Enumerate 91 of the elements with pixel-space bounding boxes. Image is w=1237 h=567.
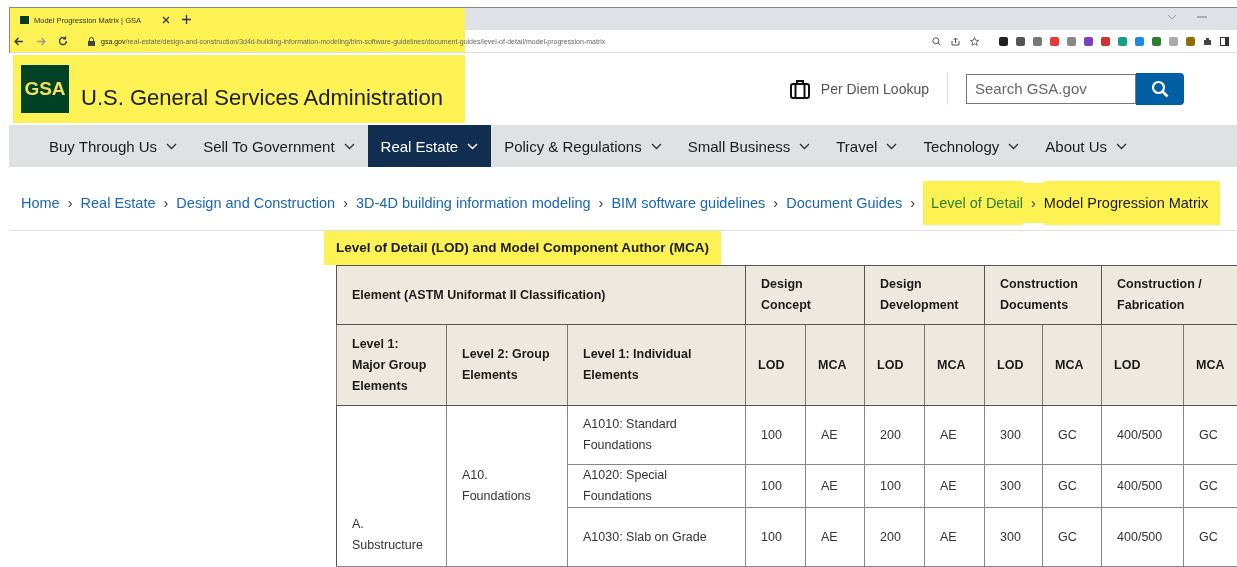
table-cell: 200 bbox=[864, 405, 925, 465]
table-header: LOD bbox=[864, 324, 925, 406]
table-cell: 100 bbox=[745, 405, 806, 465]
gsa-favicon-icon bbox=[20, 16, 29, 24]
table-header: Construction Documents bbox=[984, 265, 1102, 325]
breadcrumb-separator: › bbox=[772, 195, 780, 211]
table-cell: 300 bbox=[984, 464, 1043, 508]
table-header: MCA bbox=[1042, 324, 1102, 406]
table-cell: AE bbox=[924, 405, 985, 465]
star-icon[interactable] bbox=[970, 36, 979, 46]
table-cell: GC bbox=[1042, 464, 1102, 508]
breadcrumb-current: Model Progression Matrix bbox=[1043, 181, 1221, 225]
breadcrumb-separator: › bbox=[66, 195, 74, 211]
back-arrow-icon[interactable] bbox=[14, 36, 24, 46]
breadcrumb-link[interactable]: Real Estate bbox=[80, 193, 156, 213]
chevron-down-icon bbox=[343, 142, 355, 150]
table-header: Design Concept bbox=[745, 265, 865, 325]
search-button[interactable] bbox=[1136, 72, 1184, 105]
nav-menu-item[interactable]: Real Estate bbox=[367, 125, 492, 167]
chevron-down-icon bbox=[886, 142, 898, 150]
chevron-down-icon bbox=[1116, 142, 1127, 150]
table-cell: A. Substructure bbox=[336, 405, 447, 567]
table-cell: 200 bbox=[864, 507, 925, 567]
table-cell: 300 bbox=[984, 405, 1043, 465]
gsa-logo[interactable]: GSA bbox=[21, 65, 69, 113]
nav-menu-item[interactable]: Buy Through Us bbox=[36, 125, 191, 167]
table-header: LOD bbox=[745, 324, 806, 406]
reload-icon[interactable] bbox=[58, 36, 68, 46]
suitcase-icon bbox=[788, 78, 811, 100]
nav-menu-item[interactable]: Small Business bbox=[674, 125, 824, 167]
chevron-down-icon bbox=[1008, 142, 1020, 150]
table-cell: 400/500 bbox=[1101, 405, 1184, 465]
per-diem-link[interactable]: Per Diem Lookup bbox=[788, 78, 929, 100]
table-cell: GC bbox=[1042, 507, 1102, 567]
site-title[interactable]: U.S. General Services Administration bbox=[81, 85, 443, 111]
breadcrumb-separator: › bbox=[597, 195, 605, 211]
close-icon[interactable] bbox=[162, 16, 170, 24]
table-header: Design Development bbox=[864, 265, 985, 325]
table-cell: 300 bbox=[984, 507, 1043, 567]
table-header: Element (ASTM Uniformat II Classification) bbox=[336, 265, 746, 325]
breadcrumb-link[interactable]: Level of Detail bbox=[923, 181, 1023, 225]
table-cell: AE bbox=[805, 464, 865, 508]
chevron-down-icon bbox=[467, 142, 479, 150]
table-cell: 100 bbox=[864, 464, 925, 508]
chevron-down-icon bbox=[650, 142, 662, 150]
nav-menu-item[interactable]: Sell To Government bbox=[190, 125, 368, 167]
search-icon bbox=[1151, 79, 1169, 98]
breadcrumb-separator: › bbox=[909, 195, 917, 211]
breadcrumb-link[interactable]: Document Guides bbox=[786, 193, 903, 213]
chevron-down-icon bbox=[166, 142, 178, 150]
share-icon[interactable] bbox=[951, 36, 960, 46]
table-cell: AE bbox=[805, 507, 865, 567]
breadcrumb-separator: › bbox=[342, 195, 349, 211]
nav-menu-item[interactable]: Travel bbox=[823, 125, 911, 167]
breadcrumb-link[interactable]: Design and Construction bbox=[176, 193, 336, 213]
table-header: LOD bbox=[984, 324, 1043, 406]
breadcrumb-link[interactable]: 3D-4D building information modeling bbox=[356, 193, 591, 213]
table-header: LOD bbox=[1101, 324, 1184, 406]
table-header: Level 1: Major Group Elements bbox=[336, 324, 447, 406]
table-cell: 400/500 bbox=[1101, 464, 1184, 508]
table-title: Level of Detail (LOD) and Model Component Author (MCA) bbox=[324, 231, 721, 265]
table-cell: GC bbox=[1042, 405, 1102, 465]
table-header: MCA bbox=[924, 324, 985, 406]
table-cell: A1020: Special Foundations bbox=[567, 464, 746, 508]
search-field[interactable]: Search GSA.gov bbox=[966, 73, 1136, 104]
breadcrumb-separator: › bbox=[162, 195, 170, 211]
breadcrumb-separator: › bbox=[1022, 183, 1044, 223]
lock-icon bbox=[88, 36, 95, 46]
table-header: Level 2: Group Elements bbox=[446, 324, 568, 406]
table-cell: A10. Foundations bbox=[446, 405, 568, 567]
chevron-down-icon bbox=[799, 142, 811, 150]
table-cell: 400/500 bbox=[1101, 507, 1184, 567]
table-cell: AE bbox=[924, 464, 985, 508]
table-cell: A1030: Slab on Grade bbox=[567, 507, 746, 567]
table-header: Level 1: Individual Elements bbox=[567, 324, 746, 406]
table-cell: AE bbox=[924, 507, 985, 567]
nav-menu-item[interactable]: About Us bbox=[1032, 125, 1140, 167]
table-cell: 100 bbox=[745, 464, 806, 508]
nav-menu-item[interactable]: Policy & Regulations bbox=[491, 125, 675, 167]
new-tab-icon[interactable] bbox=[182, 15, 191, 24]
side-panel-icon[interactable] bbox=[1220, 36, 1229, 46]
table-header: MCA bbox=[1183, 324, 1237, 406]
table-cell: A1010: Standard Foundations bbox=[567, 405, 746, 465]
table-cell: AE bbox=[805, 405, 865, 465]
breadcrumb-link[interactable]: BIM software guidelines bbox=[611, 193, 766, 213]
zoom-icon[interactable] bbox=[932, 36, 941, 46]
nav-menu-item[interactable]: Technology bbox=[910, 125, 1033, 167]
breadcrumb-link[interactable]: Home bbox=[21, 193, 60, 213]
table-header: MCA bbox=[805, 324, 865, 406]
table-header: Construction / Fabrication bbox=[1101, 265, 1237, 325]
table-cell: 100 bbox=[745, 507, 806, 567]
